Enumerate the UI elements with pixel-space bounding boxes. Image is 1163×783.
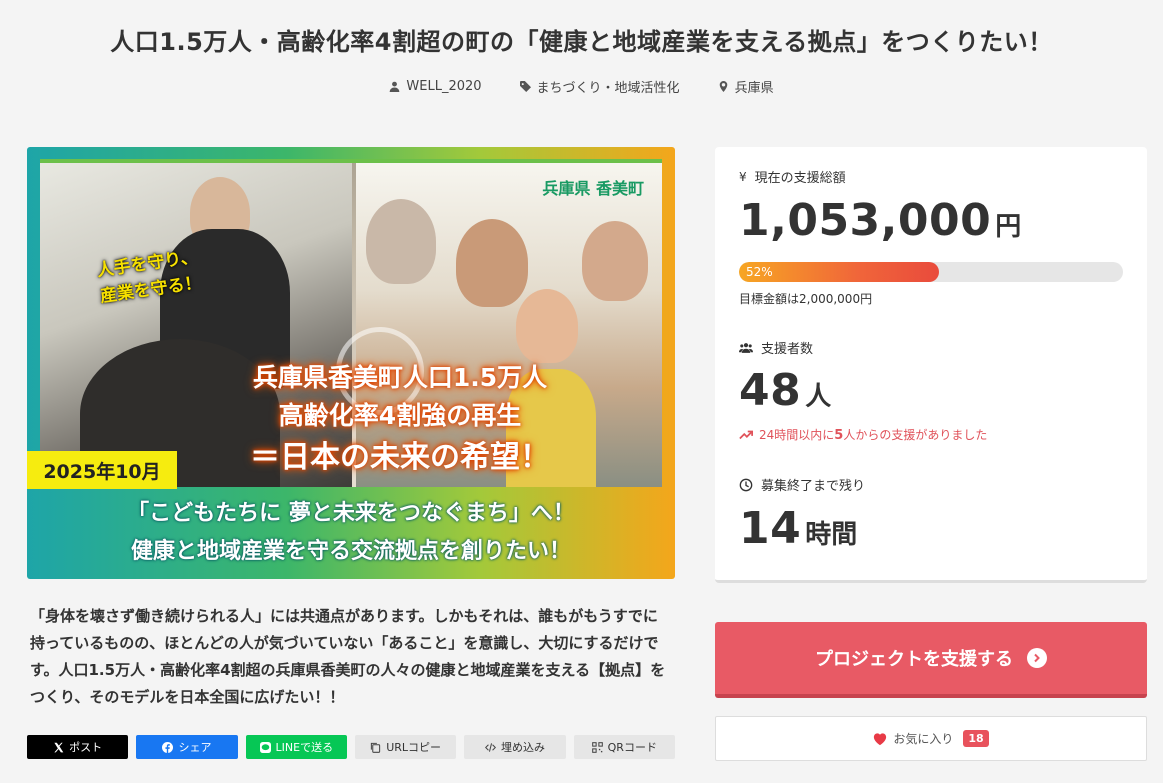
hero-banner: 「こどもたちに 夢と未来をつなぐまち」へ！ 健康と地域産業を守る交流拠点を創りた… [27, 489, 675, 579]
recent-supporters-note: 24時間以内に5人からの支援がありました [739, 426, 987, 443]
supporters-count-value: 48 [739, 365, 802, 416]
hero-main-line3: ＝日本の未来の希望！ [250, 440, 550, 475]
tag-icon [519, 81, 531, 92]
hero-date-badge: 2025年10月 [27, 451, 177, 489]
copy-icon [371, 742, 381, 753]
total-amount: 1,053,000 円 [739, 195, 1021, 246]
funding-progress-fill: 52% [739, 262, 939, 282]
favorite-count-badge: 18 [963, 730, 989, 747]
owner-name: WELL_2020 [406, 79, 482, 94]
hero-main-text: 兵庫県香美町人口1.5万人 高齢化率4割強の再生 ＝日本の未来の希望！ [200, 359, 600, 481]
recent-prefix: 24時間以内に [759, 428, 835, 442]
project-description: 「身体を壊さず働き続けられる人」には共通点があります。しかもそれは、誰もがもうす… [30, 607, 666, 706]
hero-banner-line2: 健康と地域産業を守る交流拠点を創りたい！ [130, 539, 571, 564]
hero-banner-line1: 「こどもたちに 夢と未来をつなぐまち」へ！ [127, 501, 575, 526]
supporters-label-text: 支援者数 [761, 342, 814, 357]
page-title: 人口1.5万人・高齢化率4割超の町の「健康と地域産業を支える拠点」をつくりたい！ [110, 28, 1053, 56]
total-amount-label: ¥ 現在の支援総額 [739, 167, 846, 187]
remaining-time-label-text: 募集終了まで残り [761, 479, 866, 494]
supporters-count-unit: 人 [805, 382, 832, 412]
yen-icon: ¥ [739, 169, 747, 184]
project-hero-image[interactable]: 兵庫県 香美町 人手を守り、 産業を守る！ 兵庫県香美町人口1.5万人 高齢化率… [27, 147, 675, 579]
share-facebook-label: シェア [178, 741, 212, 754]
owner-link[interactable]: WELL_2020 [389, 77, 482, 96]
remaining-time: 14 時間 [739, 503, 857, 554]
support-project-button[interactable]: プロジェクトを支援する [715, 622, 1147, 698]
hero-main-line1: 兵庫県香美町人口1.5万人 [252, 363, 548, 392]
qr-code-icon [591, 741, 603, 753]
project-meta: WELL_2020 まちづくり・地域活性化 兵庫県 [0, 77, 1163, 96]
share-facebook-button[interactable]: シェア [136, 735, 238, 759]
trending-up-icon [739, 430, 753, 439]
x-logo-icon [54, 742, 64, 752]
location-link[interactable]: 兵庫県 [718, 77, 774, 96]
supporters-label: 支援者数 [739, 338, 813, 357]
funding-stats-card: ¥ 現在の支援総額 1,053,000 円 52% 目標金額は2,000,000… [715, 147, 1147, 583]
code-icon [484, 742, 496, 752]
qr-code-label: QRコード [607, 741, 657, 754]
total-amount-unit: 円 [995, 212, 1022, 242]
favorite-label: お気に入り [893, 732, 954, 746]
figure-elder-man [366, 199, 436, 284]
category-link[interactable]: まちづくり・地域活性化 [519, 77, 680, 96]
heart-icon [874, 732, 887, 745]
recent-count: 5 [834, 428, 844, 443]
total-amount-value: 1,053,000 [739, 195, 992, 246]
user-icon [390, 81, 400, 92]
location-name: 兵庫県 [734, 81, 774, 96]
recent-suffix: 人からの支援がありました [843, 428, 988, 442]
facebook-icon [162, 741, 174, 753]
share-line-label: LINEで送る [275, 741, 334, 754]
hero-main-line2: 高齢化率4割強の再生 [278, 401, 522, 430]
hero-location-label: 兵庫県 香美町 [542, 179, 644, 198]
support-project-label: プロジェクトを支援する [815, 649, 1013, 670]
chevron-right-icon [1027, 648, 1047, 668]
embed-button[interactable]: 埋め込み [464, 735, 566, 759]
remaining-time-value: 14 [739, 503, 802, 554]
total-amount-label-text: 現在の支援総額 [754, 171, 846, 186]
map-pin-icon [719, 81, 727, 92]
share-line-button[interactable]: LINEで送る [245, 735, 347, 759]
category-name: まちづくり・地域活性化 [536, 81, 680, 96]
hero-photo: 兵庫県 香美町 人手を守り、 産業を守る！ 兵庫県香美町人口1.5万人 高齢化率… [40, 159, 662, 487]
remaining-time-label: 募集終了まで残り [739, 475, 865, 494]
funding-progress-bar: 52% [739, 262, 1123, 282]
figure-father [456, 219, 528, 307]
copy-url-button[interactable]: URLコピー [354, 735, 457, 759]
share-x-button[interactable]: ポスト [27, 735, 129, 759]
clock-icon [739, 478, 753, 491]
users-icon [739, 342, 753, 353]
embed-label: 埋め込み [500, 741, 545, 754]
figure-child [516, 289, 578, 363]
share-buttons: ポスト シェア LINEで送る URLコピー 埋め込み QRコード [27, 735, 675, 759]
figure-grandmother [582, 221, 648, 301]
share-x-label: ポスト [69, 741, 103, 754]
goal-amount: 目標金額は2,000,000円 [739, 292, 873, 306]
qr-code-button[interactable]: QRコード [573, 735, 675, 759]
copy-url-label: URLコピー [386, 741, 442, 754]
remaining-time-unit: 時間 [805, 520, 858, 550]
hero-top-strip [40, 159, 662, 163]
supporters-count: 48 人 [739, 365, 831, 416]
line-icon [259, 741, 271, 753]
favorite-button[interactable]: お気に入り 18 [715, 716, 1147, 761]
